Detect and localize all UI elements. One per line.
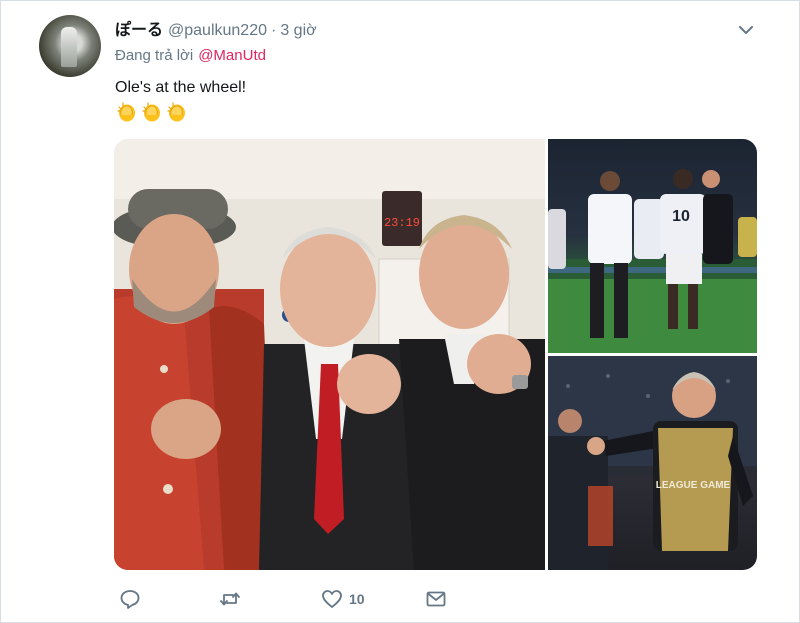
- photo-locker-room[interactable]: 23:19: [114, 139, 545, 570]
- reply-action[interactable]: [119, 586, 141, 612]
- clapping-hands-icon: [117, 102, 135, 122]
- user-handle[interactable]: @paulkun220: [168, 22, 267, 40]
- tweet-header: ぽーる @paulkun220 · 3 giờ: [115, 16, 317, 40]
- coach-illustration: LEAGUE GAME: [548, 356, 757, 570]
- like-count: 10: [349, 591, 365, 607]
- photo-coach-touchline[interactable]: LEAGUE GAME: [548, 356, 757, 570]
- tweet-text: Ole's at the wheel!: [115, 79, 247, 96]
- celebration-illustration: 10: [548, 169, 757, 353]
- reply-context: Đang trả lời @ManUtd: [115, 47, 266, 64]
- reply-prefix: Đang trả lời: [115, 47, 194, 64]
- wall-clock-text: 23:19: [384, 216, 420, 230]
- avatar[interactable]: [39, 15, 101, 77]
- envelope-icon[interactable]: [425, 588, 447, 610]
- photo-celebration-pitch[interactable]: 10: [548, 139, 757, 353]
- retweet-action[interactable]: [219, 586, 241, 612]
- media-grid: 23:19 10 LEAGUE GAME: [114, 139, 757, 570]
- retweet-icon[interactable]: [219, 588, 241, 610]
- reply-icon[interactable]: [119, 588, 141, 610]
- locker-room-illustration: 23:19: [114, 139, 545, 570]
- bib-text: LEAGUE GAME: [656, 480, 731, 491]
- chevron-down-icon[interactable]: [735, 19, 757, 41]
- separator-dot: ·: [271, 22, 277, 39]
- reply-mention-link[interactable]: @ManUtd: [198, 47, 266, 64]
- direct-message-action[interactable]: [425, 586, 447, 612]
- timestamp[interactable]: 3 giờ: [280, 22, 316, 40]
- clapping-hands-icon: [167, 102, 185, 122]
- tweet-actions: 10: [115, 586, 535, 612]
- svg-text:10: 10: [672, 208, 690, 225]
- tweet-card[interactable]: ぽーる @paulkun220 · 3 giờ Đang trả lời @Man…: [0, 0, 800, 623]
- heart-icon[interactable]: [321, 588, 343, 610]
- emoji-row: [115, 101, 188, 123]
- like-action[interactable]: 10: [321, 586, 365, 612]
- clapping-hands-icon: [142, 102, 160, 122]
- display-name[interactable]: ぽーる: [115, 16, 163, 40]
